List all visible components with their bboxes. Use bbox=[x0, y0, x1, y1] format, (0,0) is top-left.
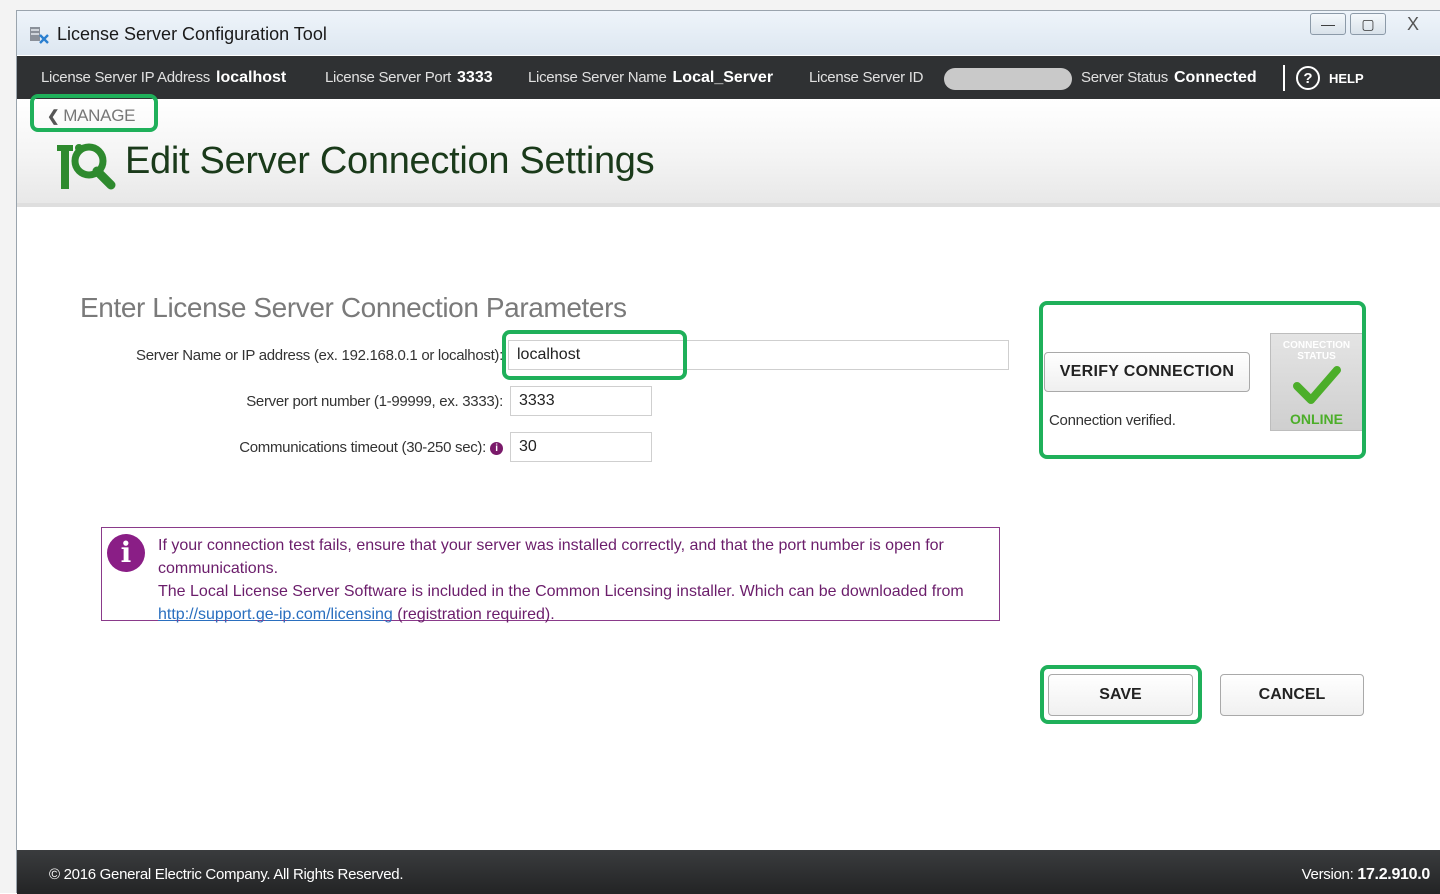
cancel-button[interactable]: CANCEL bbox=[1220, 674, 1364, 716]
copyright-text: © 2016 General Electric Company. All Rig… bbox=[49, 866, 404, 883]
server-status-item: Server Status Connected bbox=[1081, 69, 1257, 87]
help-icon[interactable]: ? bbox=[1296, 66, 1320, 90]
page-header: ❮ MANAGE Edit Server Connection Settings bbox=[17, 99, 1440, 207]
help-note-text: If your connection test fails, ensure th… bbox=[158, 534, 988, 626]
save-button[interactable]: SAVE bbox=[1048, 674, 1193, 716]
server-ip-value: localhost bbox=[216, 69, 287, 86]
server-ip-label: License Server IP Address bbox=[41, 69, 210, 86]
status-divider bbox=[1283, 65, 1285, 91]
help-note-line2-prefix: The Local License Server Software is inc… bbox=[158, 583, 964, 600]
version-label: Version: bbox=[1301, 866, 1354, 883]
status-tile-heading: CONNECTION STATUS bbox=[1271, 340, 1362, 362]
help-note: i If your connection test fails, ensure … bbox=[101, 527, 1000, 623]
server-id-label: License Server ID bbox=[809, 69, 924, 86]
server-status-value: Connected bbox=[1173, 69, 1257, 86]
footer-bar: © 2016 General Electric Company. All Rig… bbox=[17, 850, 1440, 894]
server-key-icon bbox=[57, 143, 116, 190]
window-title: License Server Configuration Tool bbox=[57, 24, 327, 44]
minimize-button[interactable]: — bbox=[1310, 13, 1346, 35]
status-tile-heading-1: CONNECTION bbox=[1282, 340, 1351, 351]
desktop-edge-top bbox=[0, 0, 1440, 10]
server-status-label: Server Status bbox=[1081, 69, 1168, 86]
section-title: Enter License Server Connection Paramete… bbox=[80, 292, 627, 323]
page-title: Edit Server Connection Settings bbox=[125, 140, 655, 182]
title-bar[interactable]: License Server Configuration Tool — ▢ X bbox=[17, 11, 1440, 55]
server-name-value: Local_Server bbox=[672, 69, 774, 86]
app-window: License Server Configuration Tool — ▢ X … bbox=[16, 10, 1440, 894]
app-icon bbox=[30, 27, 49, 44]
checkmark-icon bbox=[1293, 366, 1341, 404]
close-button[interactable]: X bbox=[1390, 13, 1436, 35]
manage-back-link[interactable]: ❮ MANAGE bbox=[47, 106, 135, 126]
verify-message: Connection verified. bbox=[1049, 412, 1176, 429]
server-name-label: License Server Name bbox=[528, 69, 667, 86]
server-port-item: License Server Port 3333 bbox=[325, 69, 493, 87]
timeout-label-text: Communications timeout (30-250 sec): bbox=[239, 439, 486, 456]
server-port-label: License Server Port bbox=[325, 69, 452, 86]
timeout-input[interactable] bbox=[510, 432, 652, 462]
licensing-link[interactable]: http://support.ge-ip.com/licensing bbox=[158, 606, 393, 623]
manage-back-label: MANAGE bbox=[63, 106, 136, 125]
server-status-bar: License Server IP Address localhost Licen… bbox=[17, 56, 1440, 99]
info-circle-icon: i bbox=[107, 534, 145, 572]
server-name-item: License Server Name Local_Server bbox=[528, 69, 773, 87]
timeout-field-label: Communications timeout (30-250 sec): i bbox=[239, 439, 503, 456]
server-address-label: Server Name or IP address (ex. 192.168.0… bbox=[136, 347, 503, 364]
server-id-item: License Server ID bbox=[809, 69, 923, 86]
chevron-left-icon: ❮ bbox=[47, 108, 60, 125]
server-port-input[interactable] bbox=[510, 386, 652, 416]
desktop-edge-left bbox=[0, 0, 16, 893]
help-note-line1: If your connection test fails, ensure th… bbox=[158, 537, 944, 577]
status-tile-heading-2: STATUS bbox=[1297, 351, 1336, 362]
server-id-redacted bbox=[944, 68, 1072, 90]
info-icon[interactable]: i bbox=[490, 442, 503, 455]
server-address-input[interactable] bbox=[508, 340, 1009, 370]
version-text: Version: 17.2.910.0 bbox=[1301, 866, 1431, 884]
maximize-button[interactable]: ▢ bbox=[1350, 13, 1386, 35]
server-port-field-label: Server port number (1-99999, ex. 3333): bbox=[246, 393, 503, 410]
version-value: 17.2.910.0 bbox=[1357, 866, 1430, 883]
server-port-value: 3333 bbox=[457, 69, 493, 86]
help-link[interactable]: HELP bbox=[1329, 71, 1364, 86]
window-controls: — ▢ X bbox=[1310, 11, 1440, 41]
connection-status-tile: CONNECTION STATUS ONLINE bbox=[1270, 333, 1363, 431]
server-ip-item: License Server IP Address localhost bbox=[41, 69, 286, 87]
status-online-label: ONLINE bbox=[1290, 411, 1343, 427]
help-note-line2-suffix: (registration required). bbox=[392, 606, 555, 623]
verify-connection-button[interactable]: VERIFY CONNECTION bbox=[1044, 352, 1250, 392]
